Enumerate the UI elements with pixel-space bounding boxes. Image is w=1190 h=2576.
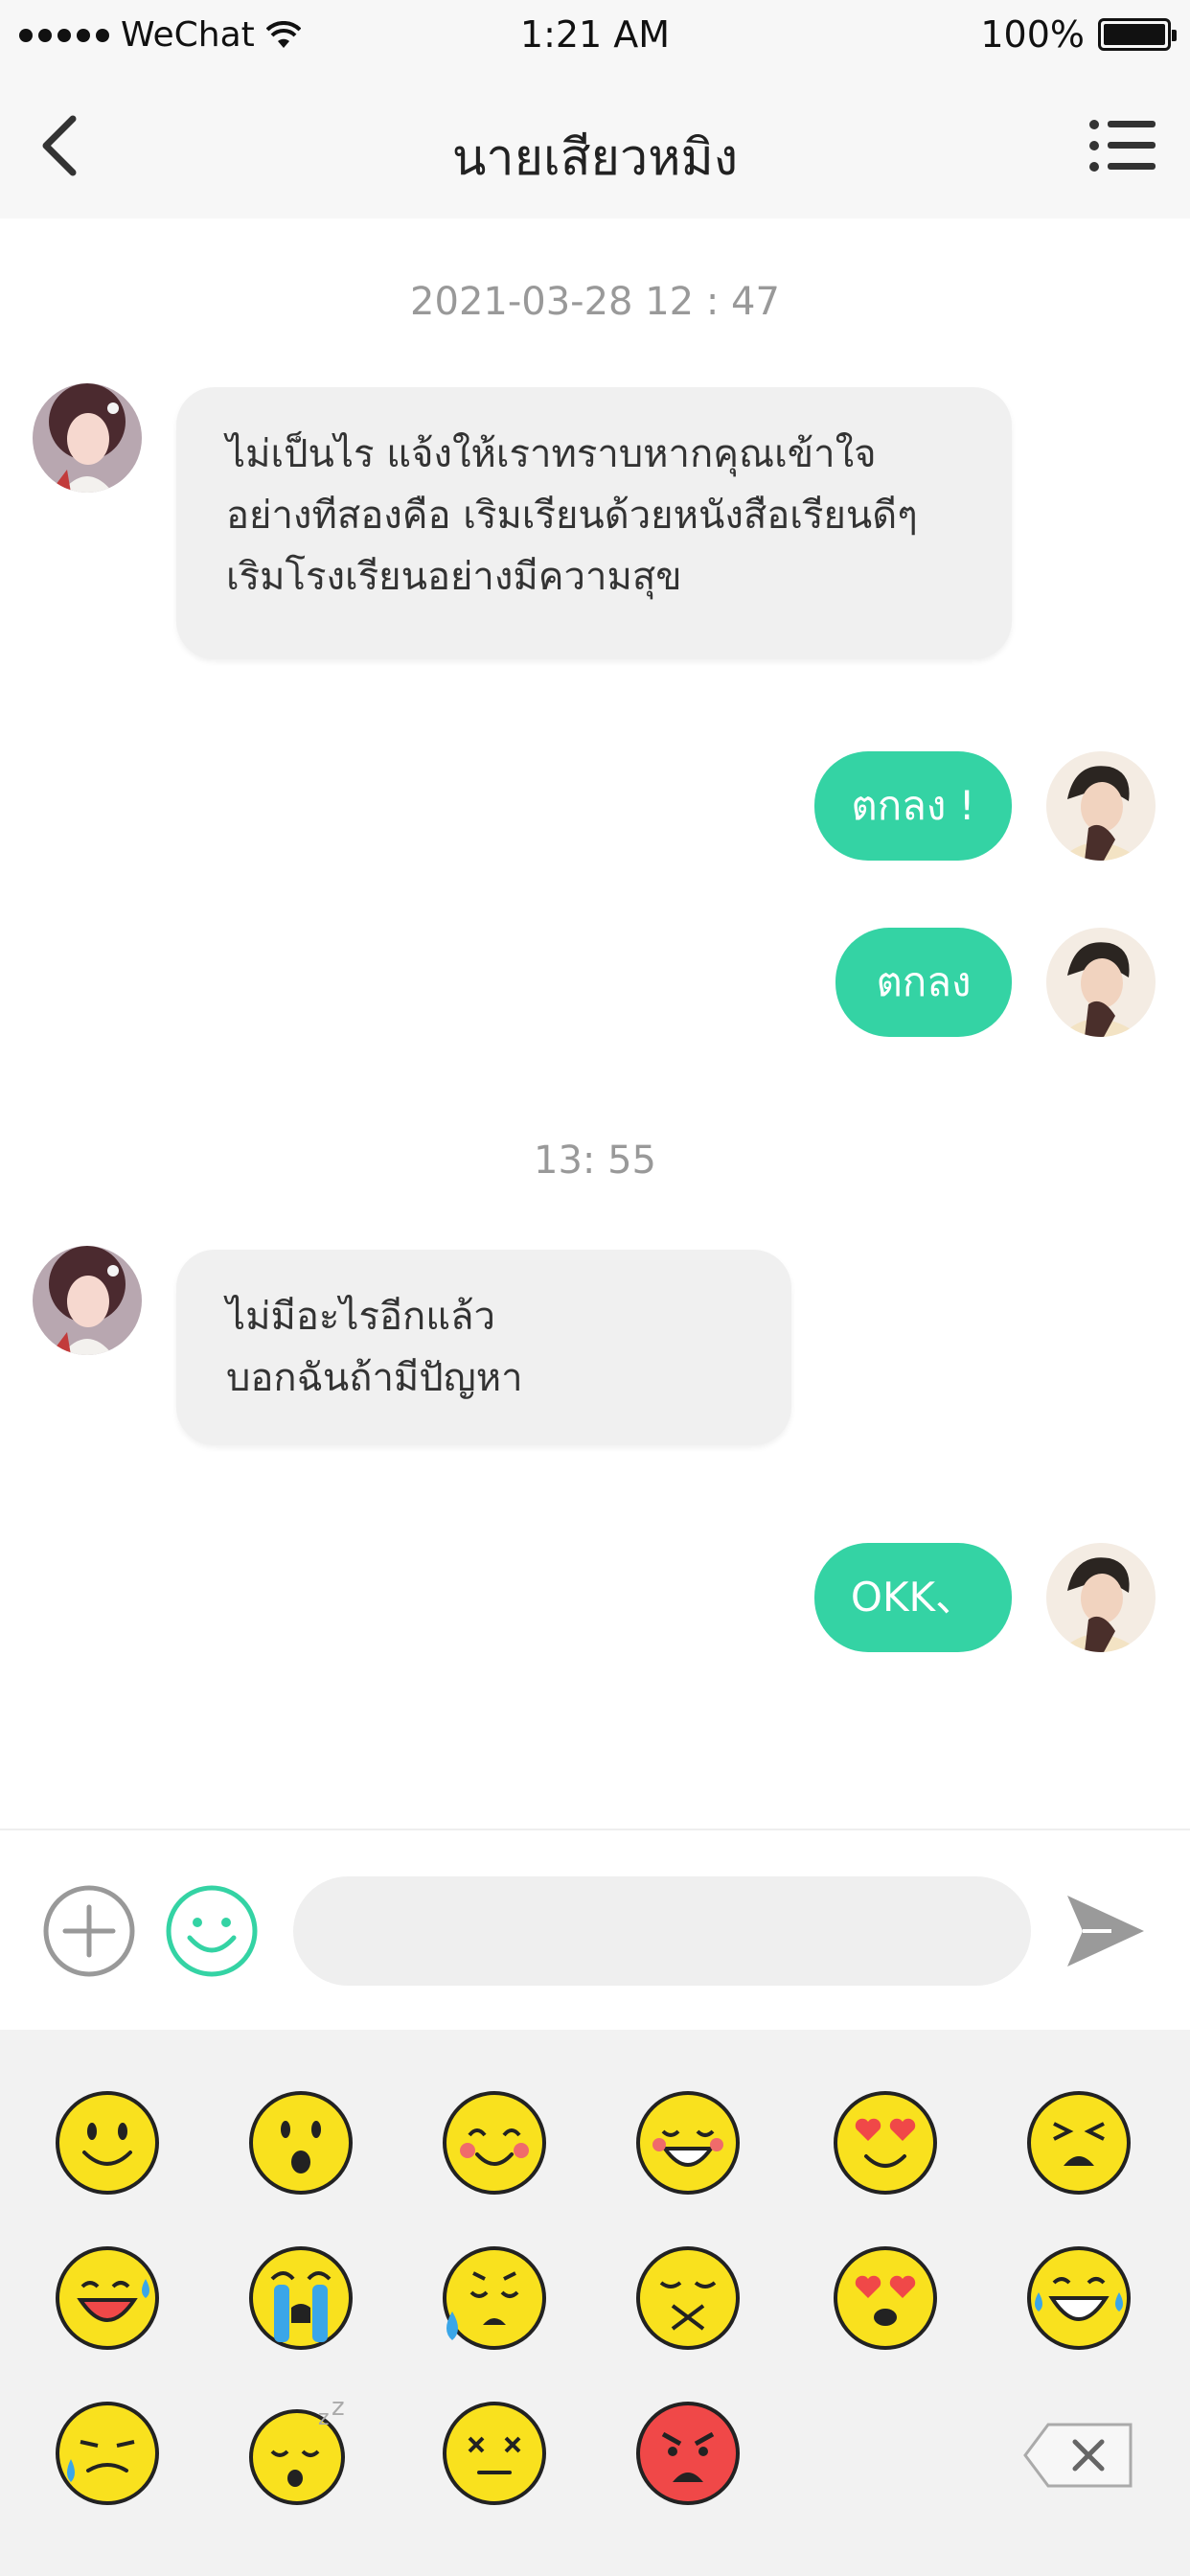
delete-key[interactable] — [1021, 2421, 1136, 2490]
emoji-button[interactable] — [165, 1884, 259, 1982]
backspace-icon — [1023, 2423, 1133, 2488]
message-input[interactable] — [293, 1876, 1031, 1986]
message-bubble-outgoing[interactable]: OKK、 — [814, 1543, 1012, 1652]
smile-emoji-icon[interactable] — [54, 2089, 161, 2196]
pained-emoji-icon[interactable] — [1025, 2089, 1133, 2196]
message-text: ไม่เป็นไร แจ้งให้เราทราบหากคุณเข้าใจ — [226, 432, 877, 476]
battery-percent: 100% — [980, 13, 1085, 56]
send-icon — [1067, 1896, 1144, 1966]
svg-text:z: z — [332, 2400, 345, 2422]
avatar-me[interactable] — [1046, 1543, 1156, 1652]
menu-button[interactable] — [1088, 117, 1157, 174]
timestamp: 13: 55 — [534, 1138, 656, 1183]
message-bubble-incoming[interactable]: ไม่มีอะไรอีกแล้ว บอกฉันถ้ามีปัญหา — [176, 1250, 791, 1445]
sleeping-emoji-icon[interactable]: z z — [247, 2400, 355, 2507]
timestamp: 2021-03-28 12 : 47 — [410, 280, 780, 324]
plus-circle-icon — [43, 1885, 135, 1977]
send-button[interactable] — [1064, 1890, 1148, 1976]
chat-title: นายเสียวหมิง — [451, 129, 739, 187]
list-menu-icon — [1089, 120, 1156, 172]
sweat-grin-emoji-icon[interactable] — [54, 2244, 161, 2352]
nav-bar: นายเสียวหมิง — [0, 73, 1190, 218]
sealed-lips-emoji-icon[interactable] — [634, 2244, 742, 2352]
disappointed-sweat-emoji-icon[interactable] — [54, 2400, 161, 2507]
smiley-icon — [166, 1885, 258, 1977]
avatar-other[interactable] — [33, 383, 142, 493]
dizzy-emoji-icon[interactable] — [441, 2400, 548, 2507]
input-bar — [0, 1828, 1190, 2030]
add-button[interactable] — [42, 1884, 136, 1982]
message-bubble-outgoing[interactable]: ตกลง — [835, 928, 1012, 1037]
message-text: บอกฉันถ้ามีปัญหา — [226, 1356, 523, 1400]
message-text: เริมโรงเรียนอย่างมีความสุข — [226, 555, 682, 599]
message-text: อย่างทีสองคือ เริมเรียนด้วยหนังสือเรียนด… — [226, 494, 918, 538]
crying-emoji-icon[interactable] — [247, 2244, 355, 2352]
heart-eyes-blush-emoji-icon[interactable] — [832, 2244, 939, 2352]
avatar-me[interactable] — [1046, 751, 1156, 861]
laugh-emoji-icon[interactable] — [634, 2089, 742, 2196]
sad-sweat-emoji-icon[interactable] — [441, 2244, 548, 2352]
message-text: ไม่มีอะไรอีกแล้ว — [226, 1295, 495, 1339]
surprised-emoji-icon[interactable] — [247, 2089, 355, 2196]
status-bar: WeChat 1:21 AM 100% — [0, 0, 1190, 73]
angry-emoji-icon[interactable] — [634, 2400, 742, 2507]
heart-eyes-emoji-icon[interactable] — [832, 2089, 939, 2196]
message-bubble-incoming[interactable]: ไม่เป็นไร แจ้งให้เราทราบหากคุณเข้าใจ อย่… — [176, 387, 1012, 659]
battery-icon — [1098, 18, 1177, 51]
status-right: 100% — [980, 13, 1177, 56]
avatar-me[interactable] — [1046, 928, 1156, 1037]
blush-emoji-icon[interactable] — [441, 2089, 548, 2196]
avatar-other[interactable] — [33, 1246, 142, 1355]
message-bubble-outgoing[interactable]: ตกลง ! — [814, 751, 1012, 861]
svg-text:z: z — [318, 2406, 330, 2430]
emoji-panel — [0, 2030, 1190, 2576]
tears-of-joy-emoji-icon[interactable] — [1025, 2244, 1133, 2352]
